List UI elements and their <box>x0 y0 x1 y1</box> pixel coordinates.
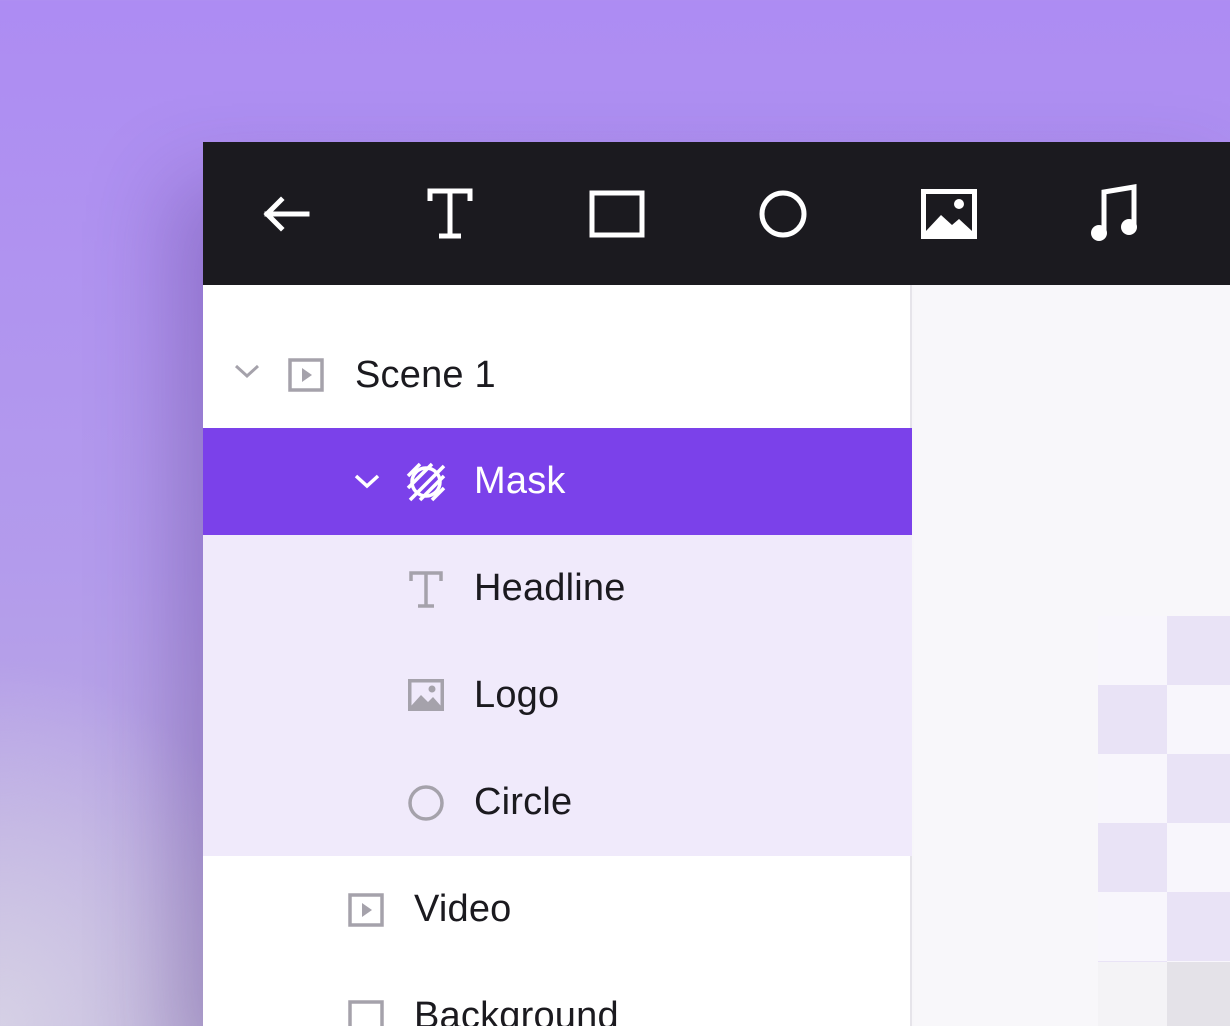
layer-row-logo[interactable]: Logo <box>203 642 912 749</box>
layer-row-mask[interactable]: Mask <box>203 428 912 535</box>
chevron-down-icon[interactable] <box>353 472 381 490</box>
chevron-down-icon[interactable] <box>233 362 261 380</box>
image-icon <box>921 189 977 239</box>
text-tool-button[interactable] <box>416 180 484 248</box>
circle-tool-button[interactable] <box>749 180 817 248</box>
image-icon <box>408 679 444 711</box>
text-icon <box>409 571 443 609</box>
layer-label: Video <box>414 888 512 930</box>
scene-icon <box>288 358 324 392</box>
layer-label: Logo <box>474 674 560 716</box>
mask-icon <box>406 462 446 502</box>
transparency-checkerboard <box>1098 962 1230 1026</box>
music-icon <box>1091 184 1137 241</box>
layer-label: Scene 1 <box>355 354 496 396</box>
layers-panel: Scene 1 Mask Headline Logo Circle Video … <box>203 285 912 1026</box>
rectangle-icon <box>348 1000 384 1026</box>
layer-label: Headline <box>474 567 626 609</box>
layer-label: Mask <box>474 460 566 502</box>
layer-row-video[interactable]: Video <box>203 856 912 963</box>
editor-window: Scene 1 Mask Headline Logo Circle Video … <box>203 142 1230 1026</box>
image-tool-button[interactable] <box>915 180 983 248</box>
layer-row-background[interactable]: Background <box>203 963 912 1026</box>
layer-row-circle[interactable]: Circle <box>203 749 912 856</box>
rectangle-icon <box>589 190 645 238</box>
audio-tool-button[interactable] <box>1081 180 1149 248</box>
layer-row-scene-1[interactable]: Scene 1 <box>203 322 912 429</box>
text-icon <box>427 188 473 239</box>
layer-label: Background <box>414 995 619 1026</box>
video-icon <box>348 893 384 927</box>
rectangle-tool-button[interactable] <box>583 180 651 248</box>
toolbar <box>203 142 1230 285</box>
circle-icon <box>407 784 445 822</box>
back-button[interactable] <box>251 180 319 248</box>
layer-label: Circle <box>474 781 573 823</box>
canvas-area[interactable] <box>914 285 1230 1026</box>
circle-icon <box>759 190 807 238</box>
layer-row-headline[interactable]: Headline <box>203 535 912 642</box>
arrow-left-icon <box>263 196 310 232</box>
